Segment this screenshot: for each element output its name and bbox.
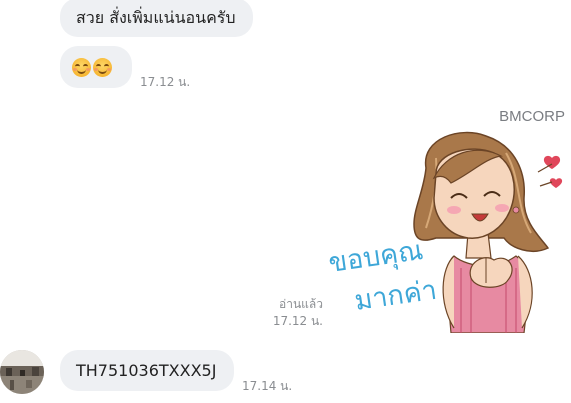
message-timestamp: 17.12 น.: [272, 314, 323, 328]
message-text: TH751036TXXX5J: [76, 360, 217, 380]
thank-you-sticker[interactable]: ขอบคุณ มากค่า: [326, 128, 571, 333]
message-bubble[interactable]: สวย สั่งเพิ่มแน่นอนครับ: [60, 0, 253, 37]
emoji-message-bubble[interactable]: [60, 46, 132, 88]
read-label: อ่านแล้ว: [279, 297, 323, 311]
heart-icon: [549, 178, 563, 188]
message-text: สวย สั่งเพิ่มแน่นอนครับ: [76, 7, 236, 27]
sticker-text-line2: มากค่า: [353, 275, 439, 317]
smiling-face-icon: [93, 57, 112, 77]
left-arm-shape: [442, 255, 455, 329]
avatar[interactable]: [0, 350, 44, 394]
message-bubble[interactable]: TH751036TXXX5J: [60, 350, 234, 391]
message-timestamp: 17.14 น.: [242, 379, 293, 393]
read-receipt: อ่านแล้ว 17.12 น.: [273, 296, 323, 330]
sticker-text-line1: ขอบคุณ: [327, 235, 425, 280]
sender-name: BMCORP: [499, 108, 565, 125]
smiling-face-icon: [72, 57, 91, 77]
hands-shape: [469, 257, 513, 288]
message-timestamp: 17.12 น.: [140, 75, 191, 89]
avatar-photo-icon: [0, 350, 44, 394]
